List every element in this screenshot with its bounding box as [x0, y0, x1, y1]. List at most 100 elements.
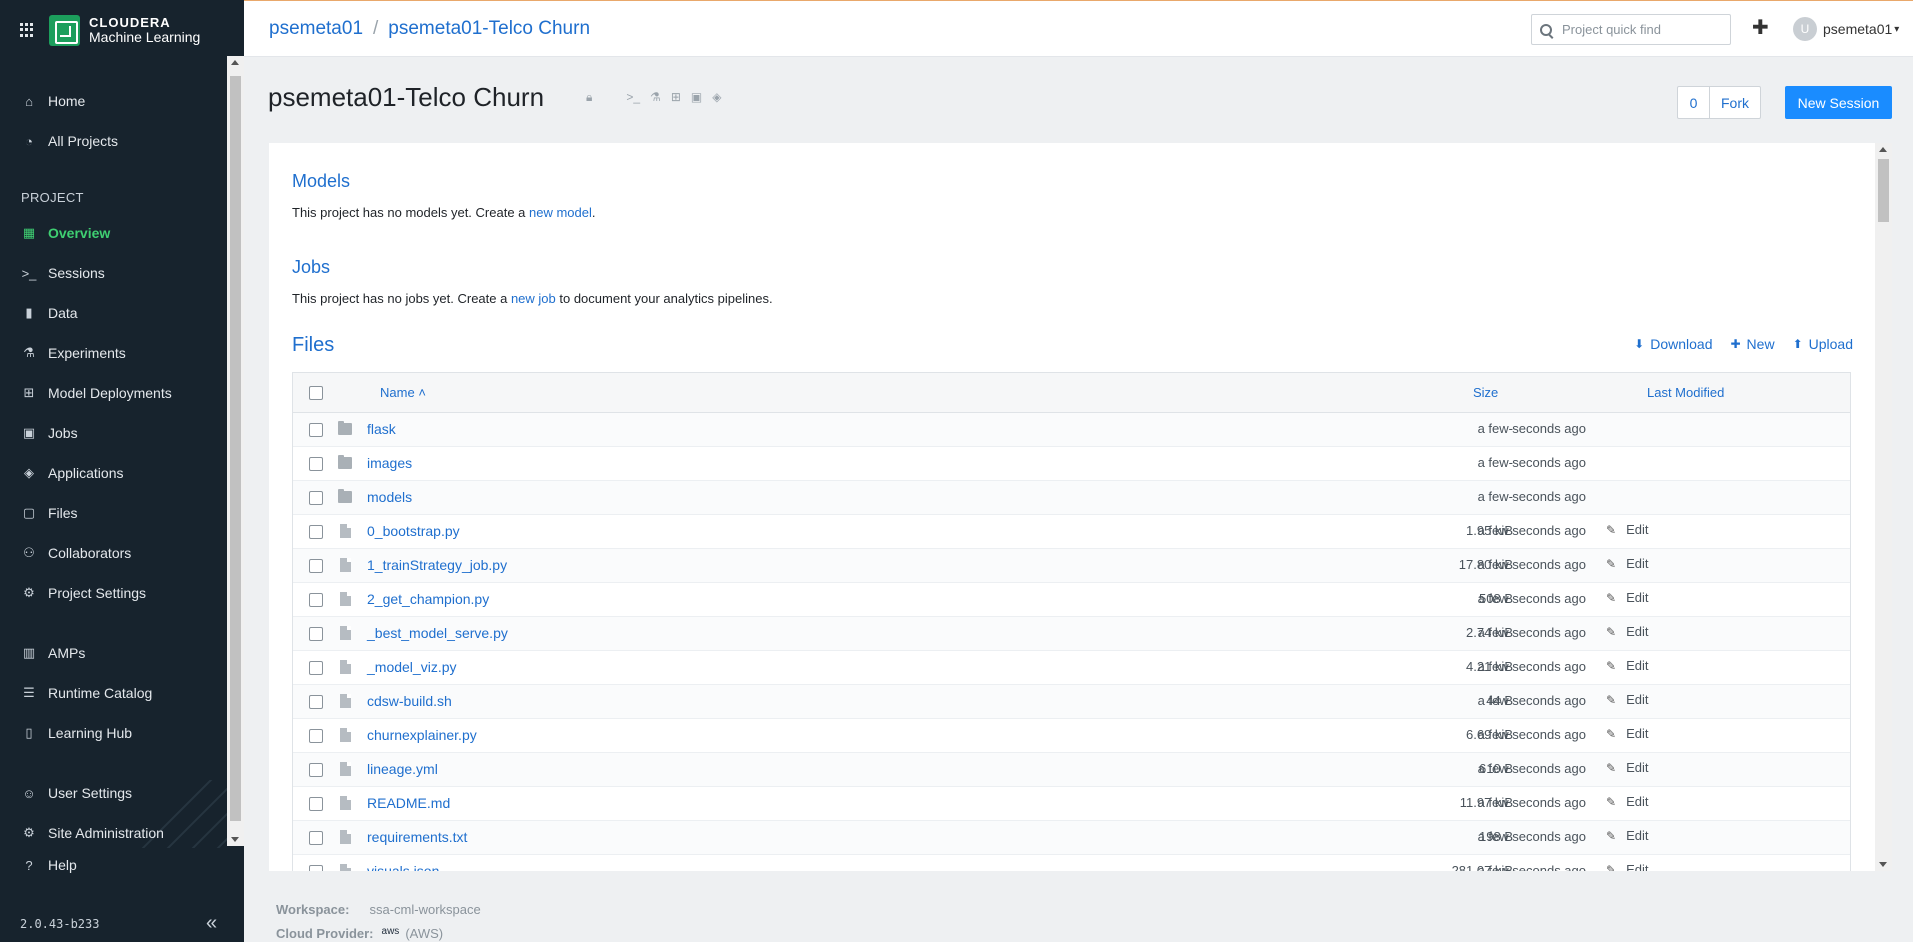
- breadcrumb-project[interactable]: psemeta01-Telco Churn: [388, 18, 590, 39]
- create-plus-button[interactable]: ✚: [1752, 15, 1769, 40]
- file-name-link[interactable]: 2_get_champion.py: [367, 591, 489, 607]
- file-name-link[interactable]: README.md: [367, 795, 450, 811]
- sidebar-item-all-projects[interactable]: ◔ All Projects: [0, 122, 227, 160]
- sidebar-item-project-settings[interactable]: ⚙ Project Settings: [0, 574, 227, 612]
- row-checkbox[interactable]: [309, 830, 323, 845]
- table-row[interactable]: images - a few seconds ago: [293, 447, 1850, 481]
- table-row[interactable]: requirements.txt 198 Ba few seconds ago ✎ E…: [293, 821, 1850, 855]
- file-name-link[interactable]: cdsw-build.sh: [367, 693, 452, 709]
- row-checkbox[interactable]: [309, 694, 323, 709]
- file-name-link[interactable]: 0_bootstrap.py: [367, 523, 460, 539]
- edit-button[interactable]: ✎ Edit: [1606, 726, 1648, 741]
- sidebar-item-sessions[interactable]: >_ Sessions: [0, 254, 227, 292]
- brand[interactable]: CLOUDERA Machine Learning: [20, 14, 200, 46]
- fork-button[interactable]: Fork: [1710, 87, 1760, 118]
- row-checkbox[interactable]: [309, 490, 323, 505]
- file-name-link[interactable]: flask: [367, 421, 396, 437]
- layers-icon[interactable]: ◈: [712, 90, 721, 105]
- table-row[interactable]: churnexplainer.py 6.69 kiB a few seconds a…: [293, 719, 1850, 753]
- file-name-link[interactable]: churnexplainer.py: [367, 727, 477, 743]
- scroll-up-icon[interactable]: [1879, 147, 1887, 152]
- edit-button[interactable]: ✎ Edit: [1606, 522, 1648, 537]
- user-menu[interactable]: U psemeta01 ▾: [1793, 17, 1899, 41]
- app-launcher-icon[interactable]: [20, 22, 35, 38]
- file-name-link[interactable]: images: [367, 455, 412, 471]
- jobs-icon[interactable]: ▣: [691, 90, 702, 105]
- file-name-link[interactable]: 1_trainStrategy_job.py: [367, 557, 507, 573]
- sidebar-item-runtime-catalog[interactable]: ☰ Runtime Catalog: [0, 674, 227, 712]
- column-header-last-modified[interactable]: Last Modified: [1647, 385, 1724, 400]
- row-checkbox[interactable]: [309, 626, 323, 641]
- file-name-link[interactable]: lineage.yml: [367, 761, 438, 777]
- sidebar-item-experiments[interactable]: ⚗ Experiments: [0, 334, 227, 372]
- upload-button[interactable]: ⬆ Upload: [1793, 336, 1853, 352]
- edit-button[interactable]: ✎ Edit: [1606, 862, 1648, 871]
- edit-button[interactable]: ✎ Edit: [1606, 760, 1648, 775]
- row-checkbox[interactable]: [309, 558, 323, 573]
- sidebar-item-data[interactable]: ▮ Data: [0, 294, 227, 332]
- edit-button[interactable]: ✎ Edit: [1606, 658, 1648, 673]
- sidebar-item-learning-hub[interactable]: ▯ Learning Hub: [0, 714, 227, 752]
- table-row[interactable]: README.md 11.97 kiB a few seconds ago ✎ Edit: [293, 787, 1850, 821]
- table-row[interactable]: visuals.json 281.07 kiB a few seconds ago ✎…: [293, 855, 1850, 871]
- scrollbar-thumb[interactable]: [230, 76, 241, 821]
- edit-button[interactable]: ✎ Edit: [1606, 624, 1648, 639]
- project-quick-find-input[interactable]: Project quick find: [1531, 14, 1731, 45]
- sidebar-item-collaborators[interactable]: ⚇ Collaborators: [0, 534, 227, 572]
- file-name-link[interactable]: _best_model_serve.py: [367, 625, 508, 641]
- table-row[interactable]: lineage.yml 610 Ba few seconds ago ✎ Edit: [293, 753, 1850, 787]
- row-checkbox[interactable]: [309, 524, 323, 539]
- edit-button[interactable]: ✎ Edit: [1606, 692, 1648, 707]
- file-name-link[interactable]: models: [367, 489, 412, 505]
- sidebar-item-applications[interactable]: ◈ Applications: [0, 454, 227, 492]
- edit-button[interactable]: ✎ Edit: [1606, 590, 1648, 605]
- sidebar-item-home[interactable]: ⌂ Home: [0, 82, 227, 120]
- table-row[interactable]: 2_get_champion.py 508 Ba few seconds ago ✎…: [293, 583, 1850, 617]
- row-checkbox[interactable]: [309, 864, 323, 871]
- scroll-up-icon[interactable]: [231, 60, 239, 65]
- new-session-button[interactable]: New Session: [1785, 86, 1892, 119]
- breadcrumb-user[interactable]: psemeta01: [269, 18, 363, 39]
- file-name-link[interactable]: visuals.json: [367, 863, 439, 871]
- sidebar-item-user-settings[interactable]: ☺ User Settings: [0, 774, 227, 812]
- table-row[interactable]: models - a few seconds ago: [293, 481, 1850, 515]
- row-checkbox[interactable]: [309, 660, 323, 675]
- column-header-size[interactable]: Size: [1473, 385, 1498, 400]
- row-checkbox[interactable]: [309, 762, 323, 777]
- row-checkbox[interactable]: [309, 796, 323, 811]
- terminal-icon[interactable]: >_: [626, 90, 640, 105]
- flask-icon[interactable]: ⚗: [650, 90, 661, 105]
- row-checkbox[interactable]: [309, 728, 323, 743]
- sidebar-item-files[interactable]: ▢ Files: [0, 494, 227, 532]
- scrollbar-thumb[interactable]: [1878, 159, 1889, 222]
- row-checkbox[interactable]: [309, 592, 323, 607]
- collapse-sidebar-icon[interactable]: «: [206, 912, 217, 935]
- model-icon[interactable]: ⊞: [671, 90, 681, 105]
- table-row[interactable]: _model_viz.py 4.21 kiB a few seconds ago ✎ E…: [293, 651, 1850, 685]
- sidebar-scrollbar[interactable]: [227, 56, 244, 846]
- new-model-link[interactable]: new model: [529, 205, 592, 220]
- row-checkbox[interactable]: [309, 422, 323, 437]
- row-checkbox[interactable]: [309, 456, 323, 471]
- edit-button[interactable]: ✎ Edit: [1606, 828, 1648, 843]
- fork-count[interactable]: 0: [1678, 87, 1710, 118]
- main-scrollbar[interactable]: [1875, 143, 1892, 871]
- edit-button[interactable]: ✎ Edit: [1606, 794, 1648, 809]
- new-file-button[interactable]: ✚ New: [1730, 336, 1774, 352]
- scroll-down-icon[interactable]: [231, 837, 239, 842]
- edit-button[interactable]: ✎ Edit: [1606, 556, 1648, 571]
- sidebar-item-overview[interactable]: ▦ Overview: [0, 214, 227, 252]
- table-row[interactable]: _best_model_serve.py 2.74 kiB a few second…: [293, 617, 1850, 651]
- table-row[interactable]: 0_bootstrap.py 1.95 kiB a few seconds ago ✎…: [293, 515, 1850, 549]
- sidebar-item-amps[interactable]: ▥ AMPs: [0, 634, 227, 672]
- sidebar-item-help[interactable]: ? Help: [0, 846, 227, 884]
- new-job-link[interactable]: new job: [511, 291, 556, 306]
- scroll-down-icon[interactable]: [1879, 862, 1887, 867]
- sidebar-item-model-deployments[interactable]: ⊞ Model Deployments: [0, 374, 227, 412]
- column-header-name[interactable]: Name ˄: [380, 385, 426, 400]
- sidebar-item-jobs[interactable]: ▣ Jobs: [0, 414, 227, 452]
- table-row[interactable]: cdsw-build.sh 44 Ba few seconds ago ✎ Edit: [293, 685, 1850, 719]
- table-row[interactable]: flask - a few seconds ago: [293, 413, 1850, 447]
- select-all-checkbox[interactable]: [309, 385, 323, 400]
- table-row[interactable]: 1_trainStrategy_job.py 17.80 kiB a few sec…: [293, 549, 1850, 583]
